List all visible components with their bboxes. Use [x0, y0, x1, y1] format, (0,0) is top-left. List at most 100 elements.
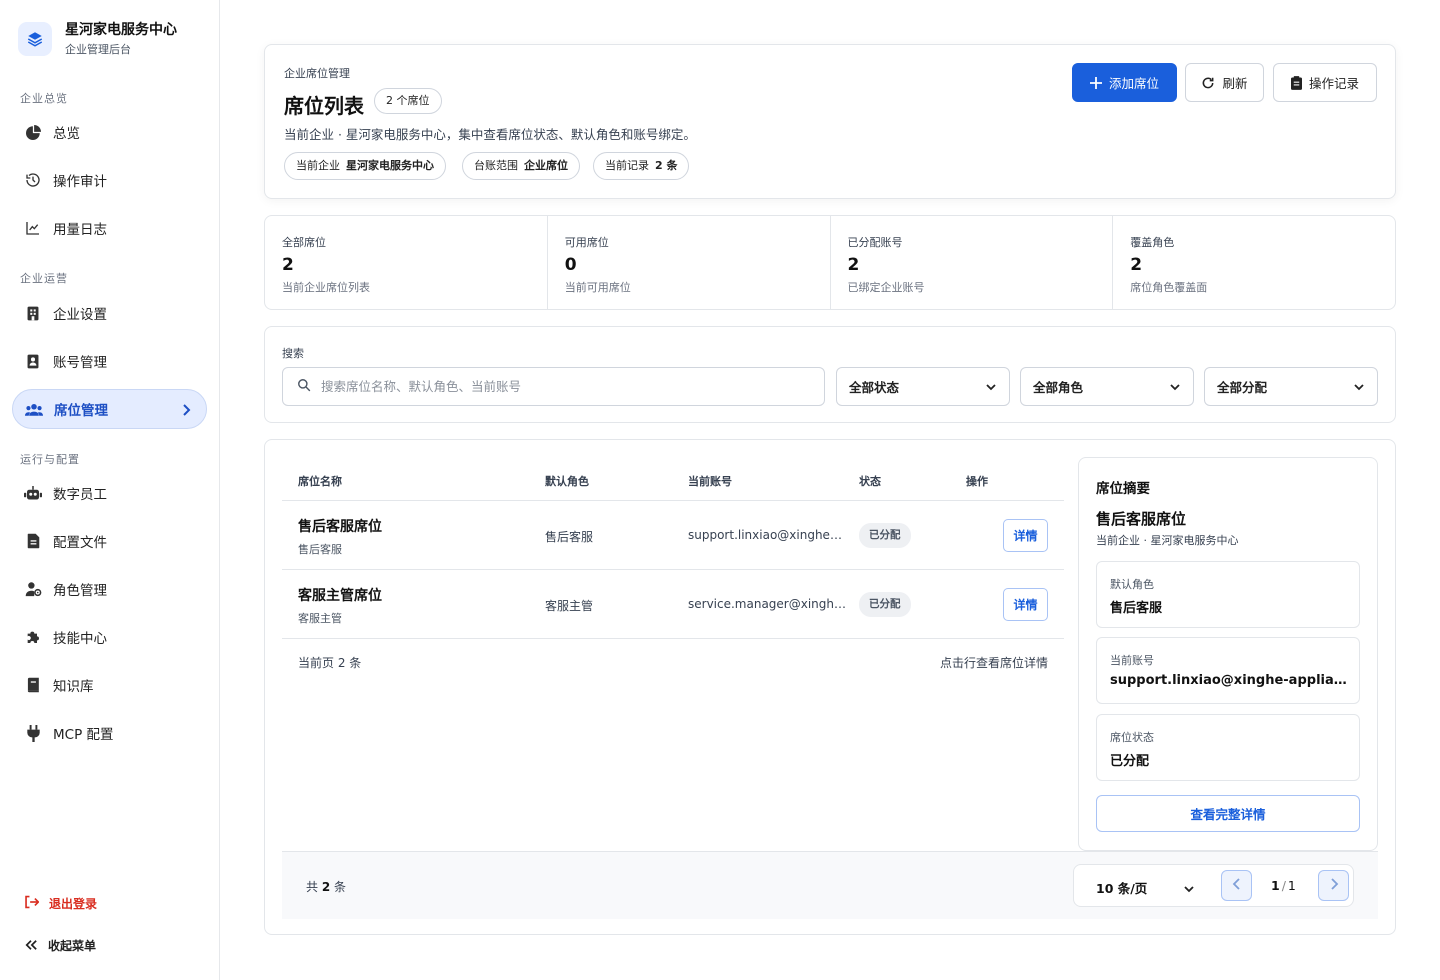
sidebar-item-enterprise-settings[interactable]: 企业设置	[12, 293, 207, 333]
brand: 星河家电服务中心 企业管理后台	[18, 22, 177, 56]
table-row[interactable]: 客服主管席位 客服主管 客服主管 service.manager@xinghe-…	[282, 570, 1064, 639]
sidebar-item-overview[interactable]: 总览	[12, 112, 207, 152]
sidebar-item-mcp-config[interactable]: MCP 配置	[12, 713, 207, 753]
summary-field-key: 席位状态	[1110, 731, 1154, 744]
prev-page-button[interactable]	[1221, 870, 1252, 901]
seat-table: 席位名称 默认角色 当前账号 状态 操作 售后客服席位 售后客服 售后客服 su…	[282, 459, 1064, 683]
summary-subtitle: 当前企业 · 星河家电服务中心	[1096, 534, 1239, 547]
stat-value: 2	[1130, 255, 1143, 275]
sidebar-item-label: 知识库	[53, 679, 94, 695]
sidebar-item-label: 用量日志	[53, 222, 107, 238]
chip-key: 当前企业	[296, 159, 340, 172]
brand-subtitle: 企业管理后台	[65, 43, 131, 56]
stat-desc: 当前可用席位	[564, 281, 631, 294]
seat-subtitle: 客服主管	[298, 612, 342, 625]
table-footer: 当前页 2 条 点击行查看席位详情	[282, 639, 1064, 683]
stat-desc: 当前企业席位列表	[282, 281, 370, 294]
page-size-select[interactable]: 10 条/页	[1096, 878, 1147, 897]
stat-assigned-accounts: 已分配账号 2 已绑定企业账号	[831, 216, 1114, 309]
total-suffix: 条	[334, 880, 347, 894]
collapse-menu-button[interactable]: 收起菜单	[24, 936, 96, 955]
page-indicator: 1/1	[1271, 878, 1296, 893]
status-badge: 已分配	[859, 592, 911, 617]
status-badge: 已分配	[859, 523, 911, 548]
page-eyebrow: 企业席位管理	[284, 67, 350, 80]
sidebar-item-digital-staff[interactable]: 数字员工	[12, 473, 207, 513]
building-icon	[24, 304, 42, 322]
stat-value: 2	[847, 255, 860, 275]
puzzle-icon	[24, 628, 42, 646]
logout-label: 退出登录	[49, 897, 98, 911]
seat-summary-panel: 席位摘要 售后客服席位 当前企业 · 星河家电服务中心 默认角色 售后客服 当前…	[1078, 457, 1378, 851]
sidebar-item-label: 角色管理	[53, 583, 107, 599]
pagination-bar: 共 2 条 10 条/页 1/1	[282, 851, 1378, 919]
chevron-down-icon	[985, 381, 997, 396]
role-filter-select[interactable]: 全部角色	[1020, 367, 1194, 406]
stat-total-seats: 全部席位 2 当前企业席位列表	[265, 216, 548, 309]
assignment-filter-select[interactable]: 全部分配	[1204, 367, 1378, 406]
sidebar-item-skills[interactable]: 技能中心	[12, 617, 207, 657]
sidebar-item-config-files[interactable]: 配置文件	[12, 521, 207, 561]
column-header-status: 状态	[859, 475, 881, 488]
book-icon	[24, 676, 42, 694]
plug-icon	[24, 724, 42, 742]
chip-key: 当前记录	[605, 159, 649, 172]
summary-field-current-account: 当前账号 support.linxiao@xinghe-appliance.co…	[1096, 637, 1360, 704]
status-filter-select[interactable]: 全部状态	[836, 367, 1010, 406]
refresh-button[interactable]: 刷新	[1185, 63, 1264, 102]
chevron-down-icon	[1183, 880, 1195, 899]
chip-value: 企业席位	[524, 159, 568, 172]
search-label: 搜索	[282, 347, 304, 360]
page-row-count: 当前页 2 条	[298, 656, 362, 670]
search-icon	[297, 377, 311, 396]
detail-button[interactable]: 详情	[1003, 588, 1048, 621]
sidebar-item-knowledge-base[interactable]: 知识库	[12, 665, 207, 705]
user-gear-icon	[24, 580, 42, 598]
chip-value: 2 条	[655, 159, 678, 172]
next-page-button[interactable]	[1318, 870, 1349, 901]
chevron-down-icon	[1353, 381, 1365, 396]
nav-section-runtime: 运行与配置	[20, 453, 80, 466]
sidebar-item-roles[interactable]: 角色管理	[12, 569, 207, 609]
double-chevron-left-icon	[24, 936, 38, 955]
nav-section-operations: 企业运营	[20, 272, 68, 285]
sidebar-item-usage-log[interactable]: 用量日志	[12, 208, 207, 248]
sidebar-item-label: 账号管理	[53, 355, 107, 371]
chip-record-count: 当前记录 2 条	[593, 152, 690, 180]
summary-field-value: support.linxiao@xinghe-appliance.com	[1110, 673, 1348, 688]
page-title: 席位列表	[284, 94, 364, 118]
sidebar-item-audit[interactable]: 操作审计	[12, 160, 207, 200]
table-row[interactable]: 售后客服席位 售后客服 售后客服 support.linxiao@xinghe-…	[282, 501, 1064, 570]
stat-label: 全部席位	[282, 236, 326, 249]
add-seat-button[interactable]: 添加席位	[1072, 63, 1177, 102]
logout-button[interactable]: 退出登录	[24, 894, 97, 913]
search-input[interactable]	[321, 379, 801, 394]
refresh-icon	[1201, 76, 1215, 90]
sidebar: 星河家电服务中心 企业管理后台 企业总览 总览 操作审计 用量日志 企业运营 企…	[0, 0, 220, 980]
page-description: 当前企业 · 星河家电服务中心，集中查看席位状态、默认角色和账号绑定。	[284, 127, 696, 142]
operation-log-label: 操作记录	[1308, 76, 1359, 91]
seat-list-card: 席位名称 默认角色 当前账号 状态 操作 售后客服席位 售后客服 售后客服 su…	[264, 439, 1396, 935]
sidebar-item-seats[interactable]: 席位管理	[12, 389, 207, 429]
stat-label: 已分配账号	[847, 236, 903, 249]
view-full-details-button[interactable]: 查看完整详情	[1096, 795, 1360, 832]
seat-name: 客服主管席位	[298, 588, 382, 604]
stat-label: 覆盖角色	[1130, 236, 1175, 249]
stats-card: 全部席位 2 当前企业席位列表 可用席位 0 当前可用席位 已分配账号 2 已绑…	[264, 215, 1396, 310]
file-icon	[24, 532, 42, 550]
row-click-hint: 点击行查看席位详情	[939, 656, 1048, 670]
add-seat-label: 添加席位	[1108, 76, 1159, 91]
chip-value: 星河家电服务中心	[346, 159, 434, 172]
collapse-menu-label: 收起菜单	[48, 939, 97, 953]
role-filter-value: 全部角色	[1033, 380, 1084, 395]
total-count: 共 2 条	[306, 878, 346, 895]
pie-chart-icon	[24, 123, 42, 141]
detail-button[interactable]: 详情	[1003, 519, 1048, 552]
stat-value: 0	[564, 255, 577, 275]
seat-account: service.manager@xinghe-appliance.com	[688, 597, 846, 611]
summary-field-key: 默认角色	[1110, 578, 1154, 591]
sidebar-item-accounts[interactable]: 账号管理	[12, 341, 207, 381]
summary-field-seat-status: 席位状态 已分配	[1096, 714, 1360, 781]
operation-log-button[interactable]: 操作记录	[1273, 63, 1377, 102]
sidebar-item-label: 技能中心	[53, 631, 107, 647]
